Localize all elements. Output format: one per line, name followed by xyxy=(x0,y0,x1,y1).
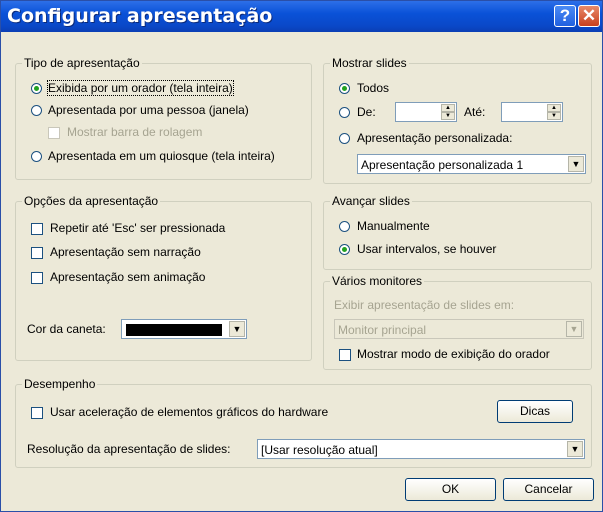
radio-pessoa[interactable] xyxy=(31,105,42,116)
repetir-checkbox-label[interactable]: Repetir até 'Esc' ser pressionada xyxy=(50,221,225,235)
dialog-title: Configurar apresentação xyxy=(7,5,273,27)
de-spinner-buttons[interactable]: ▲ ▼ xyxy=(441,104,455,120)
repetir-checkbox[interactable] xyxy=(31,223,43,235)
group-varios-monitores: Vários monitores Exibir apresentação de … xyxy=(323,274,592,370)
resolution-dropdown[interactable]: [Usar resolução atual] ▼ xyxy=(257,439,585,459)
ok-button[interactable]: OK xyxy=(405,478,496,501)
group-legend: Tipo de apresentação xyxy=(22,56,142,70)
resolution-label: Resolução da apresentação de slides: xyxy=(27,442,231,456)
help-question-icon[interactable]: ? xyxy=(554,5,576,27)
radio-todos-label[interactable]: Todos xyxy=(357,81,389,95)
ate-spinner[interactable]: ▲ ▼ xyxy=(501,102,563,122)
radio-quiosque-label[interactable]: Apresentada em um quiosque (tela inteira… xyxy=(48,149,275,163)
close-x-icon[interactable]: ✕ xyxy=(578,5,600,27)
radio-de-label[interactable]: De: xyxy=(357,105,376,119)
cancel-button[interactable]: Cancelar xyxy=(503,478,594,501)
group-mostrar-slides: Mostrar slides Todos De: ▲ ▼ Até: ▲ ▼ Ap… xyxy=(323,56,592,184)
dicas-button[interactable]: Dicas xyxy=(497,400,573,423)
ate-label: Até: xyxy=(464,105,486,119)
hardware-accel-checkbox[interactable] xyxy=(31,407,43,419)
presenter-view-checkbox[interactable] xyxy=(339,349,351,361)
chevron-down-icon[interactable]: ▼ xyxy=(568,156,584,172)
radio-orador[interactable] xyxy=(31,83,42,94)
radio-de[interactable] xyxy=(339,107,350,118)
chevron-down-icon: ▼ xyxy=(566,321,582,337)
radio-intervalos-label[interactable]: Usar intervalos, se houver xyxy=(357,242,496,256)
group-legend: Desempenho xyxy=(22,377,98,391)
radio-manualmente-label[interactable]: Manualmente xyxy=(357,219,430,233)
radio-personalizada[interactable] xyxy=(339,133,350,144)
resolution-value: [Usar resolução atual] xyxy=(261,443,378,457)
ate-spinner-buttons[interactable]: ▲ ▼ xyxy=(547,104,561,120)
monitor-value: Monitor principal xyxy=(338,323,427,337)
group-legend: Mostrar slides xyxy=(330,56,409,70)
monitor-dropdown: Monitor principal ▼ xyxy=(334,319,584,339)
radio-manualmente[interactable] xyxy=(339,221,350,232)
personalizada-dropdown[interactable]: Apresentação personalizada 1 ▼ xyxy=(357,154,586,174)
sem-animacao-checkbox[interactable] xyxy=(31,272,43,284)
radio-quiosque[interactable] xyxy=(31,151,42,162)
title-bar: Configurar apresentação ? ✕ xyxy=(1,1,602,32)
hardware-accel-checkbox-label[interactable]: Usar aceleração de elementos gráficos do… xyxy=(50,405,328,419)
radio-intervalos[interactable] xyxy=(339,244,350,255)
group-desempenho: Desempenho Usar aceleração de elementos … xyxy=(15,377,592,468)
pen-color-label: Cor da caneta: xyxy=(27,322,106,336)
spin-up-icon[interactable]: ▲ xyxy=(441,104,455,112)
scrollbar-checkbox xyxy=(48,127,60,139)
presenter-view-checkbox-label[interactable]: Mostrar modo de exibição do orador xyxy=(357,347,550,361)
group-legend: Avançar slides xyxy=(330,194,412,208)
personalizada-value: Apresentação personalizada 1 xyxy=(361,158,524,172)
dialog-window: Configurar apresentação ? ✕ Tipo de apre… xyxy=(0,0,603,512)
exibir-label: Exibir apresentação de slides em: xyxy=(334,298,515,312)
group-legend: Opções da apresentação xyxy=(22,194,161,208)
group-opcoes-apresentacao: Opções da apresentação Repetir até 'Esc'… xyxy=(15,194,312,361)
group-legend: Vários monitores xyxy=(330,274,425,288)
scrollbar-checkbox-label: Mostrar barra de rolagem xyxy=(67,125,203,139)
pen-color-dropdown[interactable]: ▼ xyxy=(121,319,247,339)
radio-orador-label[interactable]: Exibida por um orador (tela inteira) xyxy=(47,80,234,96)
sem-animacao-checkbox-label[interactable]: Apresentação sem animação xyxy=(50,270,205,284)
de-spinner[interactable]: ▲ ▼ xyxy=(395,102,457,122)
radio-pessoa-label[interactable]: Apresentada por uma pessoa (janela) xyxy=(48,103,249,117)
sem-narracao-checkbox[interactable] xyxy=(31,247,43,259)
group-tipo-apresentacao: Tipo de apresentação Exibida por um orad… xyxy=(15,56,312,180)
spin-down-icon[interactable]: ▼ xyxy=(547,112,561,120)
group-avancar-slides: Avançar slides Manualmente Usar interval… xyxy=(323,194,592,270)
spin-up-icon[interactable]: ▲ xyxy=(547,104,561,112)
sem-narracao-checkbox-label[interactable]: Apresentação sem narração xyxy=(50,245,201,259)
radio-personalizada-label[interactable]: Apresentação personalizada: xyxy=(357,131,512,145)
chevron-down-icon[interactable]: ▼ xyxy=(567,441,583,457)
chevron-down-icon[interactable]: ▼ xyxy=(229,321,245,337)
pen-color-swatch xyxy=(126,324,222,336)
radio-todos[interactable] xyxy=(339,83,350,94)
spin-down-icon[interactable]: ▼ xyxy=(441,112,455,120)
